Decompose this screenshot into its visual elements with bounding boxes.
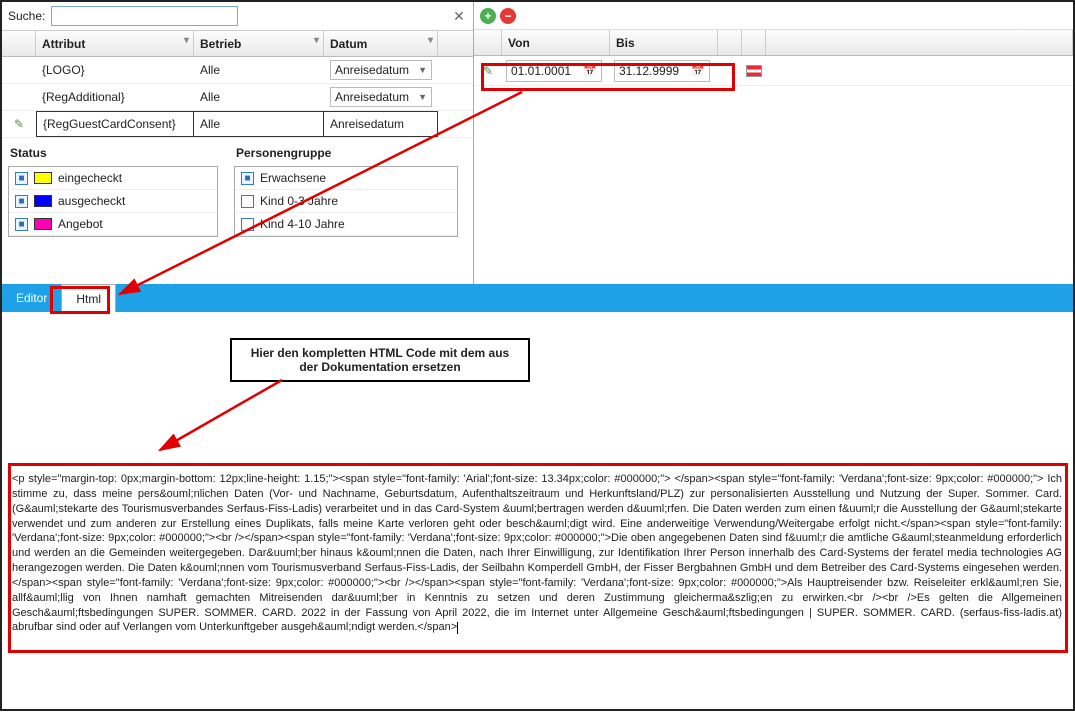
status-item[interactable]: ■Angebot xyxy=(9,213,217,236)
table-row[interactable]: {RegAdditional} Alle Anreisedatum▼ xyxy=(2,84,473,111)
search-input[interactable] xyxy=(51,6,238,26)
status-item[interactable]: ■eingecheckt xyxy=(9,167,217,190)
edit-pencil-icon: ✎ xyxy=(483,64,493,78)
text-cursor xyxy=(457,622,458,634)
status-title: Status xyxy=(8,142,218,166)
flag-austria-icon xyxy=(746,65,762,77)
search-label: Suche: xyxy=(8,9,45,23)
checkbox-icon[interactable]: ■ xyxy=(241,218,254,231)
edit-pencil-icon: ✎ xyxy=(14,117,24,131)
tab-bar: Editor Html xyxy=(2,284,1073,312)
color-swatch xyxy=(34,218,52,230)
filter-icon[interactable]: ▾ xyxy=(314,35,319,46)
bis-date-input[interactable]: 31.12.9999📅 xyxy=(614,60,710,82)
chevron-down-icon: ▼ xyxy=(418,92,427,102)
personengruppe-list: ■Erwachsene ■Kind 0-3 Jahre ■Kind 4-10 J… xyxy=(234,166,458,237)
checkbox-icon[interactable]: ■ xyxy=(15,195,28,208)
col-header-betrieb[interactable]: Betrieb▾ xyxy=(194,31,324,56)
table-row[interactable]: {LOGO} Alle Anreisedatum▼ xyxy=(2,57,473,84)
clear-search-icon[interactable]: ✕ xyxy=(451,8,467,25)
color-swatch xyxy=(34,172,52,184)
col-header-bis[interactable]: Bis xyxy=(610,30,718,55)
attribute-grid: Attribut▾ Betrieb▾ Datum▾ {LOGO} Alle An… xyxy=(2,30,473,138)
tab-html[interactable]: Html xyxy=(61,284,116,312)
remove-button[interactable]: − xyxy=(500,8,516,24)
calendar-icon[interactable]: 📅 xyxy=(691,64,705,77)
filter-icon[interactable]: ▾ xyxy=(428,35,433,46)
von-date-input[interactable]: 01.01.0001📅 xyxy=(506,60,602,82)
col-header-von[interactable]: Von xyxy=(502,30,610,55)
color-swatch xyxy=(34,195,52,207)
checkbox-icon[interactable]: ■ xyxy=(241,195,254,208)
left-pane: Suche: ✕ Attribut▾ Betrieb▾ Datum▾ {LOGO… xyxy=(2,2,474,284)
right-pane: + − Von Bis ✎ 01.01.0001📅 31.12.9999📅 xyxy=(474,2,1073,284)
add-button[interactable]: + xyxy=(480,8,496,24)
tab-editor[interactable]: Editor xyxy=(2,284,61,312)
html-code-textarea[interactable]: <p style="margin-top: 0px;margin-bottom:… xyxy=(12,472,1062,648)
personen-item[interactable]: ■Erwachsene xyxy=(235,167,457,190)
personen-item[interactable]: ■Kind 4-10 Jahre xyxy=(235,213,457,236)
col-header-attribut[interactable]: Attribut▾ xyxy=(36,31,194,56)
personen-item[interactable]: ■Kind 0-3 Jahre xyxy=(235,190,457,213)
instruction-callout: Hier den kompletten HTML Code mit dem au… xyxy=(230,338,530,382)
table-row-selected[interactable]: ✎ {RegGuestCardConsent} Alle Anreisedatu… xyxy=(2,111,473,138)
chevron-down-icon: ▼ xyxy=(418,65,427,75)
col-header-datum[interactable]: Datum▾ xyxy=(324,31,438,56)
datum-dropdown[interactable]: Anreisedatum▼ xyxy=(330,87,432,107)
calendar-icon[interactable]: 📅 xyxy=(583,64,597,77)
date-range-row[interactable]: ✎ 01.01.0001📅 31.12.9999📅 xyxy=(474,56,1073,86)
datum-dropdown[interactable]: Anreisedatum▼ xyxy=(330,60,432,80)
checkbox-icon[interactable]: ■ xyxy=(241,172,254,185)
checkbox-icon[interactable]: ■ xyxy=(15,172,28,185)
status-list: ■eingecheckt ■ausgecheckt ■Angebot xyxy=(8,166,218,237)
status-item[interactable]: ■ausgecheckt xyxy=(9,190,217,213)
filter-icon[interactable]: ▾ xyxy=(184,35,189,46)
checkbox-icon[interactable]: ■ xyxy=(15,218,28,231)
personengruppe-title: Personengruppe xyxy=(234,142,458,166)
